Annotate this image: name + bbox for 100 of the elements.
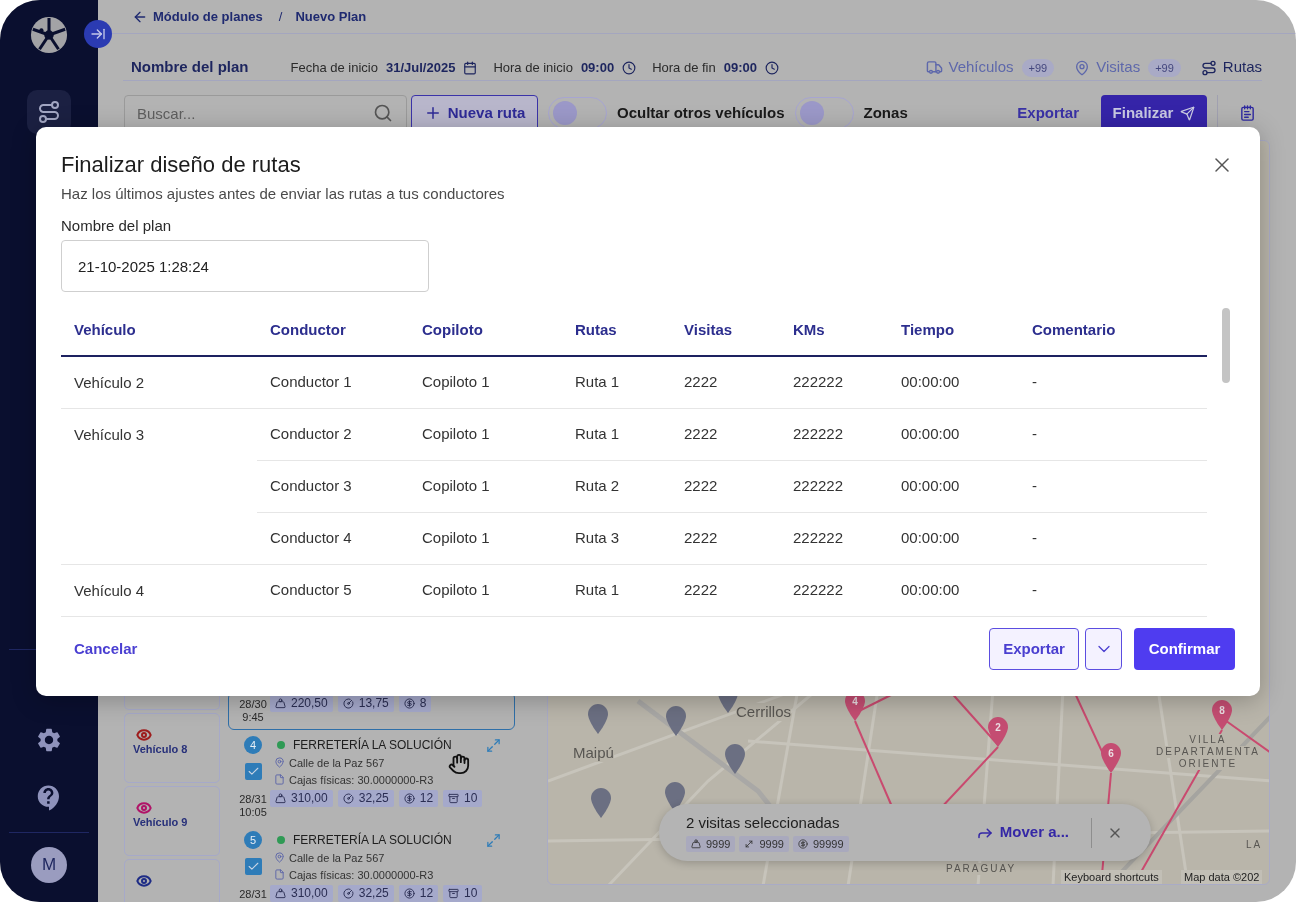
- table-cell: 222222: [780, 356, 888, 408]
- map-label: Cerrillos: [736, 703, 791, 721]
- field-value[interactable]: 09:00: [580, 57, 615, 78]
- stop-number: 5: [244, 831, 262, 849]
- metric-value: 9999: [706, 836, 731, 852]
- map-pin-icon[interactable]: [725, 744, 745, 774]
- table-cell: 00:00:00: [888, 564, 1019, 616]
- expand-icon[interactable]: [486, 832, 501, 848]
- table-cell: -: [1019, 356, 1207, 408]
- plan-name-field[interactable]: 21-10-2025 1:28:24: [61, 240, 429, 292]
- column-header: KMs: [780, 306, 888, 356]
- document-icon: [274, 774, 285, 785]
- table-cell: Vehículo 4: [61, 564, 257, 616]
- table-cell: Ruta 3: [562, 512, 671, 564]
- column-header: Conductor: [257, 306, 409, 356]
- visit-card[interactable]: 5 FERRETERÍA LA SOLUCIÓN Calle de la Paz 567 Cajas físicas: 30.0000000-R3 28/31 310,00 32,25 12 10: [228, 828, 515, 902]
- confirm-button[interactable]: Confirmar: [1134, 628, 1235, 670]
- metric-value: 8: [419, 695, 427, 712]
- table-cell: -: [1019, 512, 1207, 564]
- dollar-icon: [797, 838, 808, 849]
- count-badge: +99: [1148, 58, 1181, 77]
- table-cell: Copiloto 1: [409, 356, 562, 408]
- table-cell: Conductor 3: [257, 460, 409, 512]
- metric-value: 13,75: [358, 695, 389, 712]
- visit-name: FERRETERÍA LA SOLUCIÓN: [293, 737, 452, 753]
- vehicle-card[interactable]: Vehículo 9: [124, 786, 220, 856]
- table-cell: 00:00:00: [888, 408, 1019, 460]
- checkbox[interactable]: [244, 857, 262, 875]
- view-tab[interactable]: Visitas +99: [1074, 56, 1181, 79]
- expand-icon[interactable]: [486, 737, 501, 753]
- visit-time: 9:45: [242, 711, 264, 724]
- table-cell: Copiloto 1: [409, 408, 562, 460]
- route-marker[interactable]: 2: [987, 717, 1009, 747]
- notepad-icon[interactable]: [1239, 103, 1256, 123]
- table-cell: 00:00:00: [888, 460, 1019, 512]
- toggle-label: Zonas: [863, 102, 908, 123]
- route-icon: [1200, 59, 1217, 76]
- table-cell: Conductor 4: [257, 512, 409, 564]
- checkbox[interactable]: [244, 762, 262, 780]
- hand-cursor-icon: [448, 753, 470, 775]
- move-button[interactable]: Mover a...: [975, 821, 1069, 844]
- view-tab[interactable]: Vehículos +99: [925, 56, 1055, 79]
- table-cell: 2222: [671, 460, 780, 512]
- metric-value: 220,50: [291, 695, 328, 712]
- field-value[interactable]: 09:00: [723, 57, 757, 78]
- vehicle-label: Vehículo 9: [133, 816, 188, 829]
- toggle-switch[interactable]: [794, 97, 854, 129]
- breadcrumb-current: Nuevo Plan: [295, 7, 367, 26]
- routes-nav-button[interactable]: [27, 90, 71, 134]
- truck-icon: [925, 59, 943, 76]
- export-button[interactable]: Exportar: [989, 628, 1079, 670]
- table-cell: Vehículo 3: [61, 408, 257, 564]
- user-avatar[interactable]: M: [31, 847, 67, 883]
- visit-time: 10:05: [239, 806, 267, 819]
- export-link[interactable]: Exportar: [1017, 101, 1079, 125]
- map-pin-icon[interactable]: [588, 704, 608, 734]
- table-cell: Ruta 1: [562, 356, 671, 408]
- calendar-icon[interactable]: [463, 60, 478, 75]
- dialog-subtitle: Haz los últimos ajustes antes de enviar las rutas a tus conductores: [61, 184, 505, 204]
- field-value[interactable]: 31/Jul/2025: [386, 57, 456, 78]
- view-tab[interactable]: Rutas: [1200, 56, 1262, 79]
- archive-icon: [448, 888, 460, 899]
- expand-sidebar-button[interactable]: [84, 20, 112, 48]
- map-pin-icon[interactable]: [666, 706, 686, 736]
- metric-value: 10: [464, 790, 478, 807]
- table-cell: Vehículo 2: [61, 356, 257, 408]
- column-header: Copiloto: [409, 306, 562, 356]
- cancel-link[interactable]: Cancelar: [74, 637, 138, 661]
- weight-icon: [691, 838, 701, 849]
- table-cell: Ruta 2: [562, 460, 671, 512]
- back-link[interactable]: Módulo de planes: [132, 6, 263, 27]
- table-cell: 2222: [671, 356, 780, 408]
- column-header: Visitas: [671, 306, 780, 356]
- route-marker[interactable]: 6: [1100, 743, 1122, 773]
- visit-card[interactable]: 4 FERRETERÍA LA SOLUCIÓN Calle de la Paz 567 Cajas físicas: 30.0000000-R3 28/31 10:05 310,00 32,25 12 10: [228, 733, 515, 825]
- column-header: Tiempo: [888, 306, 1019, 356]
- column-header: Comentario: [1019, 306, 1207, 356]
- map-pin-icon: [274, 852, 285, 863]
- table-cell: -: [1019, 564, 1207, 616]
- metric-value: 310,00: [291, 885, 328, 902]
- metric-value: 32,25: [358, 790, 389, 807]
- keyboard-shortcuts-link[interactable]: Keyboard shortcuts: [1061, 870, 1162, 884]
- toggle-switch[interactable]: [548, 97, 607, 129]
- route-marker[interactable]: 8: [1211, 700, 1233, 730]
- vehicle-card[interactable]: Vehículo 8: [124, 713, 220, 783]
- map-pin-icon[interactable]: [591, 788, 611, 818]
- scrollbar[interactable]: [1222, 308, 1230, 383]
- table-cell: Conductor 2: [257, 408, 409, 460]
- clock-icon[interactable]: [622, 60, 637, 75]
- table-cell: Ruta 1: [562, 408, 671, 460]
- table-cell: Copiloto 1: [409, 460, 562, 512]
- map-pin-icon: [274, 757, 285, 768]
- table-cell: 2222: [671, 564, 780, 616]
- plan-title: Nombre del plan: [131, 57, 249, 78]
- table-cell: -: [1019, 408, 1207, 460]
- weight-icon: [275, 888, 286, 899]
- metric-value: 310,00: [291, 790, 328, 807]
- settings-icon[interactable]: [35, 726, 63, 754]
- export-options-button[interactable]: [1085, 628, 1122, 670]
- clock-icon[interactable]: [764, 60, 779, 75]
